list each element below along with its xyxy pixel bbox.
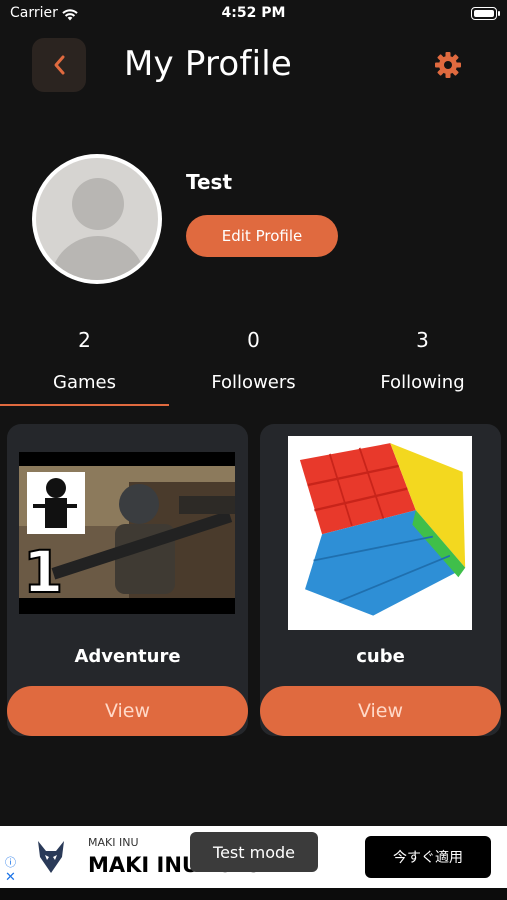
following-label: Following bbox=[380, 372, 465, 393]
wolf-logo-icon bbox=[38, 841, 64, 873]
games-count: 2 bbox=[78, 328, 91, 352]
home-indicator-area bbox=[0, 888, 507, 900]
clock: 4:52 PM bbox=[221, 5, 286, 21]
gear-icon bbox=[435, 52, 461, 78]
svg-text:1: 1 bbox=[23, 538, 63, 606]
ad-info-icon[interactable]: ⓘ bbox=[5, 854, 16, 870]
edit-profile-button[interactable]: Edit Profile bbox=[186, 215, 338, 257]
tab-followers[interactable]: 0 Followers bbox=[169, 322, 338, 406]
followers-count: 0 bbox=[247, 328, 260, 352]
game-thumbnail: 1 bbox=[19, 452, 235, 614]
game-name: Adventure bbox=[74, 646, 181, 667]
battery-icon bbox=[471, 7, 500, 20]
tab-games[interactable]: 2 Games bbox=[0, 322, 169, 406]
tab-following[interactable]: 3 Following bbox=[338, 322, 507, 406]
test-mode-label: Test mode bbox=[190, 832, 318, 872]
games-grid: 1 Adventure View cube View bbox=[7, 424, 501, 736]
page-title: My Profile bbox=[124, 44, 292, 84]
game-card-adventure[interactable]: 1 Adventure View bbox=[7, 424, 248, 736]
following-count: 3 bbox=[416, 328, 429, 352]
view-button[interactable]: View bbox=[260, 686, 501, 736]
game-card-cube[interactable]: cube View bbox=[260, 424, 501, 736]
back-button[interactable] bbox=[32, 38, 86, 92]
games-label: Games bbox=[53, 372, 116, 393]
chevron-left-icon bbox=[54, 55, 65, 75]
ad-close-icon[interactable]: ✕ bbox=[5, 870, 16, 885]
view-button[interactable]: View bbox=[7, 686, 248, 736]
game-thumbnail bbox=[288, 436, 472, 630]
avatar[interactable] bbox=[32, 154, 162, 284]
ad-banner[interactable]: ⓘ ✕ MAKI INU MAKI INU Token 今すぐ適用 Test m… bbox=[0, 826, 507, 888]
ad-cta-button[interactable]: 今すぐ適用 bbox=[365, 836, 491, 878]
stats-tabs: 2 Games 0 Followers 3 Following bbox=[0, 322, 507, 406]
username: Test bbox=[186, 170, 233, 194]
game-name: cube bbox=[356, 646, 405, 667]
active-tab-indicator bbox=[0, 404, 169, 406]
status-bar: Carrier 4:52 PM bbox=[0, 0, 507, 28]
ad-brand-small: MAKI INU bbox=[88, 836, 139, 849]
followers-label: Followers bbox=[211, 372, 296, 393]
settings-button[interactable] bbox=[433, 50, 463, 80]
